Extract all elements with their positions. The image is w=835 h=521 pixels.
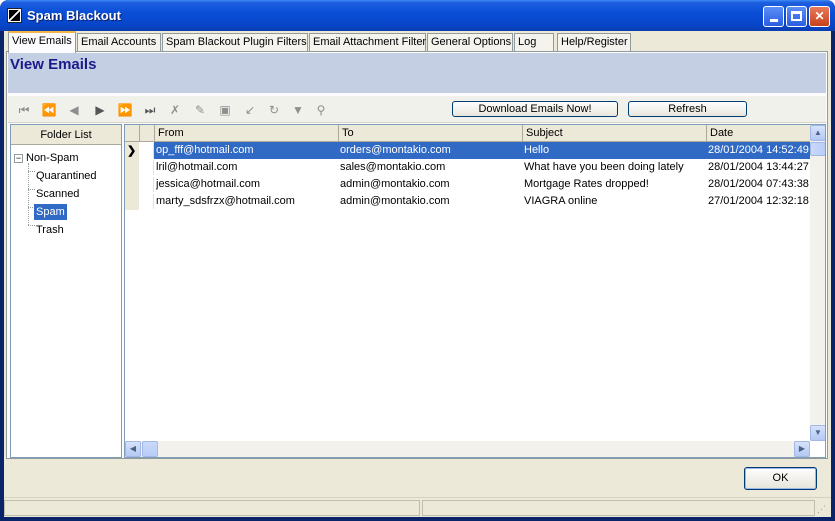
minimize-icon: [769, 19, 778, 22]
page-header: View Emails: [8, 53, 826, 93]
title-bar[interactable]: Spam Blackout ✕: [0, 0, 835, 31]
refresh-button[interactable]: Refresh: [628, 101, 747, 117]
folder-list-header: Folder List: [11, 125, 121, 145]
window-title: Spam Blackout: [27, 8, 121, 23]
app-window: Spam Blackout ✕ View Emails Email Accoun…: [0, 0, 835, 521]
app-icon: [7, 8, 22, 23]
next-page-icon[interactable]: ⏩: [117, 102, 133, 118]
table-row[interactable]: marty_sdsfrzx@hotmail.com admin@montakio…: [125, 193, 811, 210]
post-icon[interactable]: ▣: [217, 102, 233, 118]
client-area: View Emails Email Accounts Spam Blackout…: [4, 31, 831, 517]
cell-subject: Hello: [524, 144, 550, 156]
page-title: View Emails: [10, 56, 97, 73]
grid-header: From To Subject Date: [125, 125, 811, 142]
tree-connector: [28, 225, 35, 226]
cancel-icon[interactable]: ↙: [242, 102, 258, 118]
status-panel: [422, 500, 815, 516]
cell-from: lril@hotmail.com: [156, 161, 238, 173]
row-checkbox[interactable]: [140, 194, 154, 209]
tab-plugin-filters[interactable]: Spam Blackout Plugin Filters: [162, 33, 308, 52]
column-header-from[interactable]: From: [154, 125, 338, 142]
minimize-button[interactable]: [763, 6, 784, 27]
checkbox-column-header[interactable]: [139, 125, 154, 142]
column-header-date[interactable]: Date: [706, 125, 811, 142]
scroll-left-icon[interactable]: ◀: [125, 441, 141, 457]
folder-spam[interactable]: Spam: [34, 204, 67, 220]
cell-to: admin@montakio.com: [340, 178, 450, 190]
cell-date: 28/01/2004 14:52:49: [708, 144, 809, 156]
cell-date: 28/01/2004 07:43:38: [708, 178, 809, 190]
cell-subject: Mortgage Rates dropped!: [524, 178, 649, 190]
column-header-to[interactable]: To: [338, 125, 522, 142]
cell-to: admin@montakio.com: [340, 195, 450, 207]
status-bar: ⋰: [4, 497, 831, 517]
delete-icon[interactable]: ✗: [167, 102, 183, 118]
folder-trash[interactable]: Trash: [36, 222, 64, 238]
row-checkbox[interactable]: [140, 160, 154, 175]
maximize-icon: [791, 11, 802, 21]
status-panel: [4, 500, 420, 516]
table-row[interactable]: jessica@hotmail.com admin@montakio.com M…: [125, 176, 811, 193]
refresh-icon[interactable]: ↻: [266, 102, 282, 118]
prior-record-icon[interactable]: ◀: [66, 102, 82, 118]
scroll-up-icon[interactable]: ▲: [810, 125, 825, 141]
ok-button[interactable]: OK: [744, 467, 817, 490]
tab-attachment-filter[interactable]: Email Attachment Filter: [309, 33, 426, 52]
horizontal-scroll-thumb[interactable]: [142, 441, 158, 457]
folder-list-panel: Folder List − Non-Spam Quarantined Scann…: [10, 124, 122, 458]
cell-to: orders@montakio.com: [340, 144, 451, 156]
cell-to: sales@montakio.com: [340, 161, 446, 173]
current-row-icon: ❯: [127, 145, 137, 157]
cell-date: 28/01/2004 13:44:27: [708, 161, 809, 173]
resize-grip-icon[interactable]: ⋰: [817, 503, 829, 515]
table-row[interactable]: lril@hotmail.com sales@montakio.com What…: [125, 159, 811, 176]
row-checkbox[interactable]: [140, 143, 154, 158]
prior-page-icon[interactable]: ⏪: [41, 102, 57, 118]
cell-subject: What have you been doing lately: [524, 161, 684, 173]
tree-connector: [28, 163, 29, 225]
tab-log[interactable]: Log: [514, 33, 554, 52]
vertical-scroll-thumb[interactable]: [810, 142, 825, 156]
scroll-right-icon[interactable]: ▶: [794, 441, 810, 457]
maximize-button[interactable]: [786, 6, 807, 27]
tab-general-options[interactable]: General Options: [427, 33, 513, 52]
cell-date: 27/01/2004 12:32:18: [708, 195, 809, 207]
tab-email-accounts[interactable]: Email Accounts: [77, 33, 161, 52]
cell-from: op_fff@hotmail.com: [156, 144, 254, 156]
tree-connector: [28, 171, 35, 172]
filter-icon[interactable]: ▼: [290, 102, 306, 118]
close-icon: ✕: [814, 9, 825, 23]
edit-icon[interactable]: ✎: [192, 102, 208, 118]
folder-non-spam[interactable]: Non-Spam: [26, 150, 79, 166]
row-checkbox[interactable]: [140, 177, 154, 192]
email-grid: From To Subject Date ❯ op_fff@hotmail.co…: [124, 124, 826, 458]
navigation-toolbar: ⏮ ⏪ ◀ ▶ ⏩ ⏭ ✗ ✎ ▣ ↙ ↻ ▼ ⚲ Download Email…: [8, 96, 826, 123]
folder-quarantined[interactable]: Quarantined: [36, 168, 97, 184]
horizontal-scrollbar[interactable]: ◀ ▶: [125, 441, 810, 457]
search-icon[interactable]: ⚲: [313, 102, 329, 118]
last-record-icon[interactable]: ⏭: [142, 102, 158, 118]
column-header-subject[interactable]: Subject: [522, 125, 706, 142]
table-row[interactable]: ❯ op_fff@hotmail.com orders@montakio.com…: [125, 142, 811, 159]
collapse-icon[interactable]: −: [14, 154, 23, 163]
view-emails-page: View Emails ⏮ ⏪ ◀ ▶ ⏩ ⏭ ✗ ✎ ▣ ↙ ↻ ▼ ⚲ Do…: [6, 51, 828, 459]
first-record-icon[interactable]: ⏮: [16, 102, 32, 118]
download-emails-button[interactable]: Download Emails Now!: [452, 101, 618, 117]
cell-from: marty_sdsfrzx@hotmail.com: [156, 195, 295, 207]
cell-from: jessica@hotmail.com: [156, 178, 261, 190]
folder-scanned[interactable]: Scanned: [36, 186, 79, 202]
tab-help-register[interactable]: Help/Register: [557, 33, 631, 52]
tab-view-emails[interactable]: View Emails: [8, 31, 76, 53]
vertical-scrollbar[interactable]: ▲ ▼: [810, 125, 825, 441]
scroll-down-icon[interactable]: ▼: [810, 425, 825, 441]
close-button[interactable]: ✕: [809, 6, 830, 27]
tree-connector: [28, 189, 35, 190]
cell-subject: VIAGRA online: [524, 195, 598, 207]
next-record-icon[interactable]: ▶: [92, 102, 108, 118]
